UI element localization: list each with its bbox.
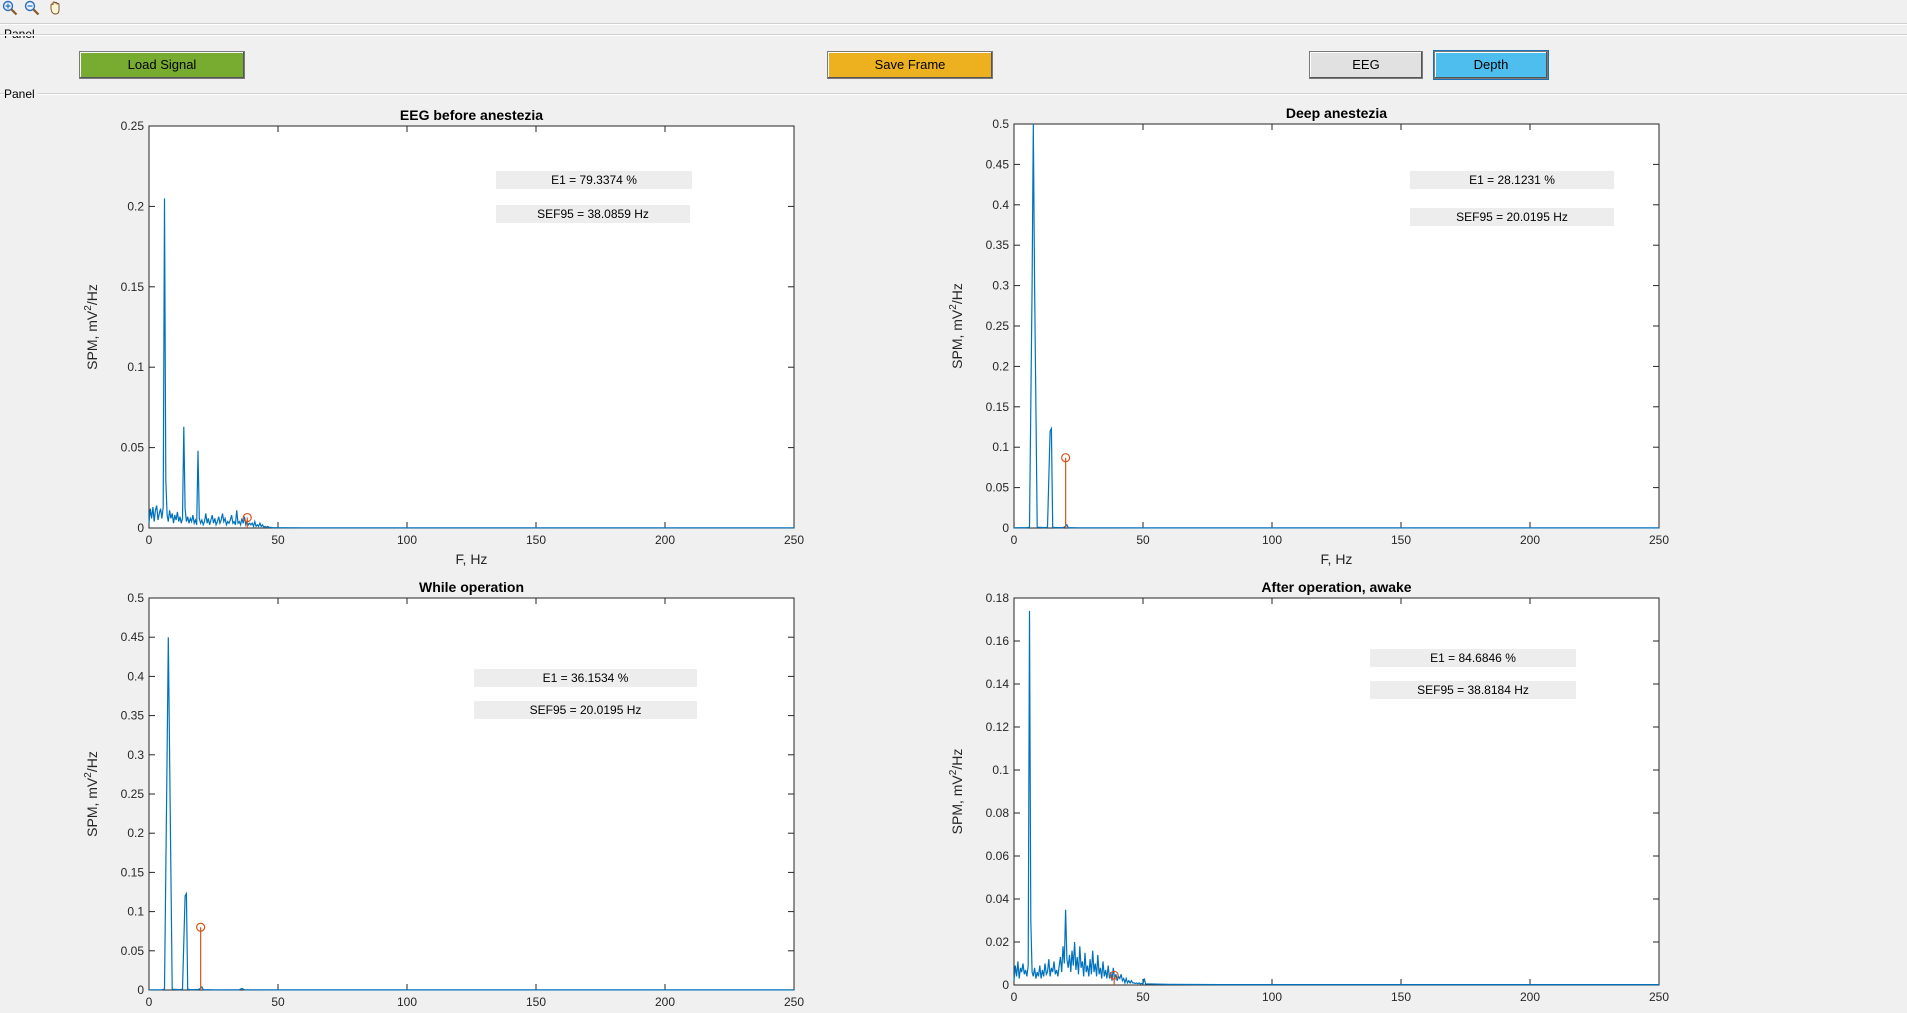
x-tick-label: 0 (146, 995, 153, 1009)
chart-title: After operation, awake (1261, 579, 1411, 595)
y-tick-label: 0.02 (986, 935, 1010, 949)
y-tick-label: 0.05 (121, 441, 145, 455)
chart-title: Deep anestezia (1286, 105, 1387, 121)
chart-4: After operation, awake 0 50 100 150 200 250 0 0.… (948, 579, 1669, 1004)
y-tick-label: 0.1 (127, 905, 144, 919)
plot-area (148, 597, 795, 991)
sef95-annotation: SEF95 = 20.0195 Hz (1456, 210, 1568, 224)
chart-1: EEG before anestezia 0 50 100 150 200 250 0 0.05… (83, 107, 804, 567)
x-axis-label: F, Hz (1321, 551, 1353, 567)
x-tick-label: 100 (1262, 990, 1282, 1004)
x-tick-label: 0 (1011, 533, 1018, 547)
x-tick-label: 150 (1391, 533, 1411, 547)
y-tick-label: 0 (1002, 978, 1009, 992)
y-tick-label: 0.15 (121, 865, 145, 879)
chart-2: Deep anestezia 0 50 100 150 200 250 0 0.05 0.1 0.1… (948, 105, 1669, 567)
plot-area (148, 125, 795, 529)
x-tick-label: 50 (271, 995, 285, 1009)
x-tick-label: 150 (526, 533, 546, 547)
y-tick-label: 0.25 (986, 319, 1010, 333)
y-tick-label: 0.2 (127, 826, 144, 840)
e1-annotation: E1 = 84.6846 % (1430, 651, 1516, 665)
sef95-annotation: SEF95 = 20.0195 Hz (530, 703, 642, 717)
y-tick-label: 0.35 (986, 238, 1010, 252)
x-tick-label: 250 (784, 995, 804, 1009)
y-tick-label: 0.25 (121, 119, 145, 133)
y-tick-label: 0.15 (986, 400, 1010, 414)
e1-annotation: E1 = 79.3374 % (551, 173, 637, 187)
x-tick-label: 200 (1520, 533, 1540, 547)
y-tick-label: 0.45 (986, 157, 1010, 171)
x-tick-label: 150 (1391, 990, 1411, 1004)
y-tick-label: 0.05 (121, 944, 145, 958)
y-tick-label: 0.3 (127, 748, 144, 762)
x-tick-label: 0 (146, 533, 153, 547)
y-tick-label: 0.16 (986, 634, 1010, 648)
chart-title: While operation (419, 579, 524, 595)
y-tick-label: 0.1 (992, 440, 1009, 454)
x-tick-label: 150 (526, 995, 546, 1009)
y-tick-label: 0.04 (986, 892, 1010, 906)
y-tick-label: 0 (137, 521, 144, 535)
y-tick-label: 0.1 (127, 360, 144, 374)
y-tick-label: 0 (1002, 521, 1009, 535)
y-tick-label: 0.5 (992, 117, 1009, 131)
chart-3: While operation 0 50 100 150 200 250 0 0.05 0.1 0.… (83, 579, 804, 1009)
x-tick-label: 250 (1649, 990, 1669, 1004)
x-axis-label: F, Hz (456, 551, 488, 567)
x-tick-label: 50 (1136, 533, 1150, 547)
y-tick-label: 0.08 (986, 806, 1010, 820)
y-tick-label: 0.5 (127, 591, 144, 605)
x-tick-label: 200 (655, 533, 675, 547)
y-tick-label: 0.18 (986, 591, 1010, 605)
x-tick-label: 200 (655, 995, 675, 1009)
y-tick-label: 0.2 (127, 199, 144, 213)
x-tick-label: 250 (784, 533, 804, 547)
x-tick-label: 0 (1011, 990, 1018, 1004)
y-axis-label: SPM, mV2/Hz (948, 749, 965, 835)
y-tick-label: 0.35 (121, 709, 145, 723)
x-tick-label: 250 (1649, 533, 1669, 547)
y-axis-label: SPM, mV2/Hz (83, 751, 100, 837)
x-tick-label: 100 (397, 533, 417, 547)
x-tick-label: 100 (1262, 533, 1282, 547)
x-tick-label: 200 (1520, 990, 1540, 1004)
y-tick-label: 0.2 (992, 359, 1009, 373)
y-tick-label: 0.4 (992, 198, 1009, 212)
y-tick-label: 0.1 (992, 763, 1009, 777)
y-tick-label: 0.15 (121, 280, 145, 294)
y-tick-label: 0 (137, 983, 144, 997)
y-tick-label: 0.12 (986, 720, 1010, 734)
e1-annotation: E1 = 36.1534 % (543, 671, 629, 685)
sef95-annotation: SEF95 = 38.8184 Hz (1417, 683, 1529, 697)
y-axis-label: SPM, mV2/Hz (83, 284, 100, 370)
y-tick-label: 0.3 (992, 279, 1009, 293)
plots-area: EEG before anestezia 0 50 100 150 200 250 0 0.05… (83, 105, 1669, 1009)
y-tick-label: 0.4 (127, 669, 144, 683)
x-tick-label: 50 (1136, 990, 1150, 1004)
y-axis-label: SPM, mV2/Hz (948, 283, 965, 369)
y-tick-label: 0.45 (121, 630, 145, 644)
x-tick-label: 100 (397, 995, 417, 1009)
y-tick-label: 0.05 (986, 481, 1010, 495)
sef95-annotation: SEF95 = 38.0859 Hz (537, 207, 649, 221)
y-tick-label: 0.14 (986, 677, 1010, 691)
e1-annotation: E1 = 28.1231 % (1469, 173, 1555, 187)
chart-title: EEG before anestezia (400, 107, 543, 123)
y-tick-label: 0.25 (121, 787, 145, 801)
y-tick-label: 0.06 (986, 849, 1010, 863)
x-tick-label: 50 (271, 533, 285, 547)
